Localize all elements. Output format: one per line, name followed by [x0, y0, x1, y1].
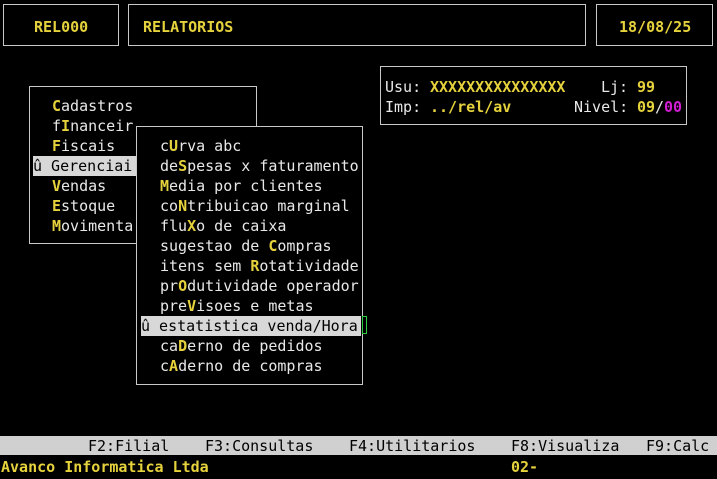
page-title: RELATORIOS: [143, 18, 234, 36]
submenu-item-estatistica-venda-hora[interactable]: û estatistica venda/Hora: [141, 316, 361, 336]
lj-value: 99: [637, 78, 656, 96]
title-box: RELATORIOS: [128, 4, 586, 46]
f8-visualiza-key[interactable]: F8:Visualiza: [511, 437, 619, 455]
user-panel: Usu: XXXXXXXXXXXXXXX Lj: 99 Imp: ../rel/…: [380, 66, 687, 125]
submenu-item-produtividade-operador[interactable]: prOdutividade operador: [160, 276, 359, 296]
main-menu-item-movimentacao[interactable]: Movimenta: [52, 216, 133, 236]
imp-value: ../rel/av: [430, 98, 512, 116]
lj-label: Lj:: [601, 78, 629, 96]
text-cursor: [362, 316, 367, 334]
main-menu-item-financeiro[interactable]: fInanceir: [52, 116, 133, 136]
submenu-item-despesas-faturamento[interactable]: deSpesas x faturamento: [160, 156, 359, 176]
nivel-label: Nivel:: [574, 98, 629, 116]
status-code: 02-: [511, 458, 539, 476]
submenu-item-itens-sem-rotatividade[interactable]: itens sem Rotatividade: [160, 256, 359, 276]
nivel-separator: /: [655, 98, 665, 116]
f2-filial-key[interactable]: F2:Filial: [88, 437, 169, 455]
main-menu-item-fiscais[interactable]: Fiscais: [52, 136, 115, 156]
submenu-item-fluxo-caixa[interactable]: fluXo de caixa: [160, 216, 286, 236]
company-name: Avanco Informatica Ltda: [1, 458, 209, 476]
f3-consultas-key[interactable]: F3:Consultas: [205, 437, 313, 455]
submenu-item-previsoes-metas[interactable]: preVisoes e metas: [160, 296, 314, 316]
gerencial-submenu: cUrva abc deSpesas x faturamento Media p…: [136, 126, 363, 385]
program-code-box: REL000: [3, 4, 119, 46]
nivel-value: 09: [637, 98, 656, 116]
f9-calc-key[interactable]: F9:Calc: [646, 437, 709, 455]
submenu-item-caderno-compras[interactable]: cAderno de compras: [160, 356, 323, 376]
submenu-item-curva-abc[interactable]: cUrva abc: [160, 136, 241, 156]
submenu-item-caderno-pedidos[interactable]: caDerno de pedidos: [160, 336, 323, 356]
f4-utilitarios-key[interactable]: F4:Utilitarios: [349, 437, 475, 455]
date: 18/08/25: [619, 18, 692, 36]
main-menu-item-vendas[interactable]: Vendas: [52, 176, 106, 196]
main-menu-item-cadastros[interactable]: Cadastros: [52, 96, 133, 116]
function-key-bar: F2:Filial F3:Consultas F4:Utilitarios F8…: [0, 436, 717, 455]
nivel-sub-value: 00: [664, 98, 683, 116]
main-menu-item-estoque[interactable]: Estoque: [52, 196, 115, 216]
submenu-item-media-clientes[interactable]: Media por clientes: [160, 176, 323, 196]
program-code: REL000: [34, 18, 89, 36]
date-box: 18/08/25: [596, 4, 713, 46]
usu-label: Usu:: [385, 78, 422, 96]
submenu-item-sugestao-compras[interactable]: sugestao de Compras: [160, 236, 332, 256]
usu-value: XXXXXXXXXXXXXXX: [430, 78, 566, 96]
submenu-item-contribuicao-marginal[interactable]: coNtribuicao marginal: [160, 196, 350, 216]
imp-label: Imp:: [385, 98, 422, 116]
main-menu-item-gerencial[interactable]: û Gerenciai: [33, 156, 137, 176]
